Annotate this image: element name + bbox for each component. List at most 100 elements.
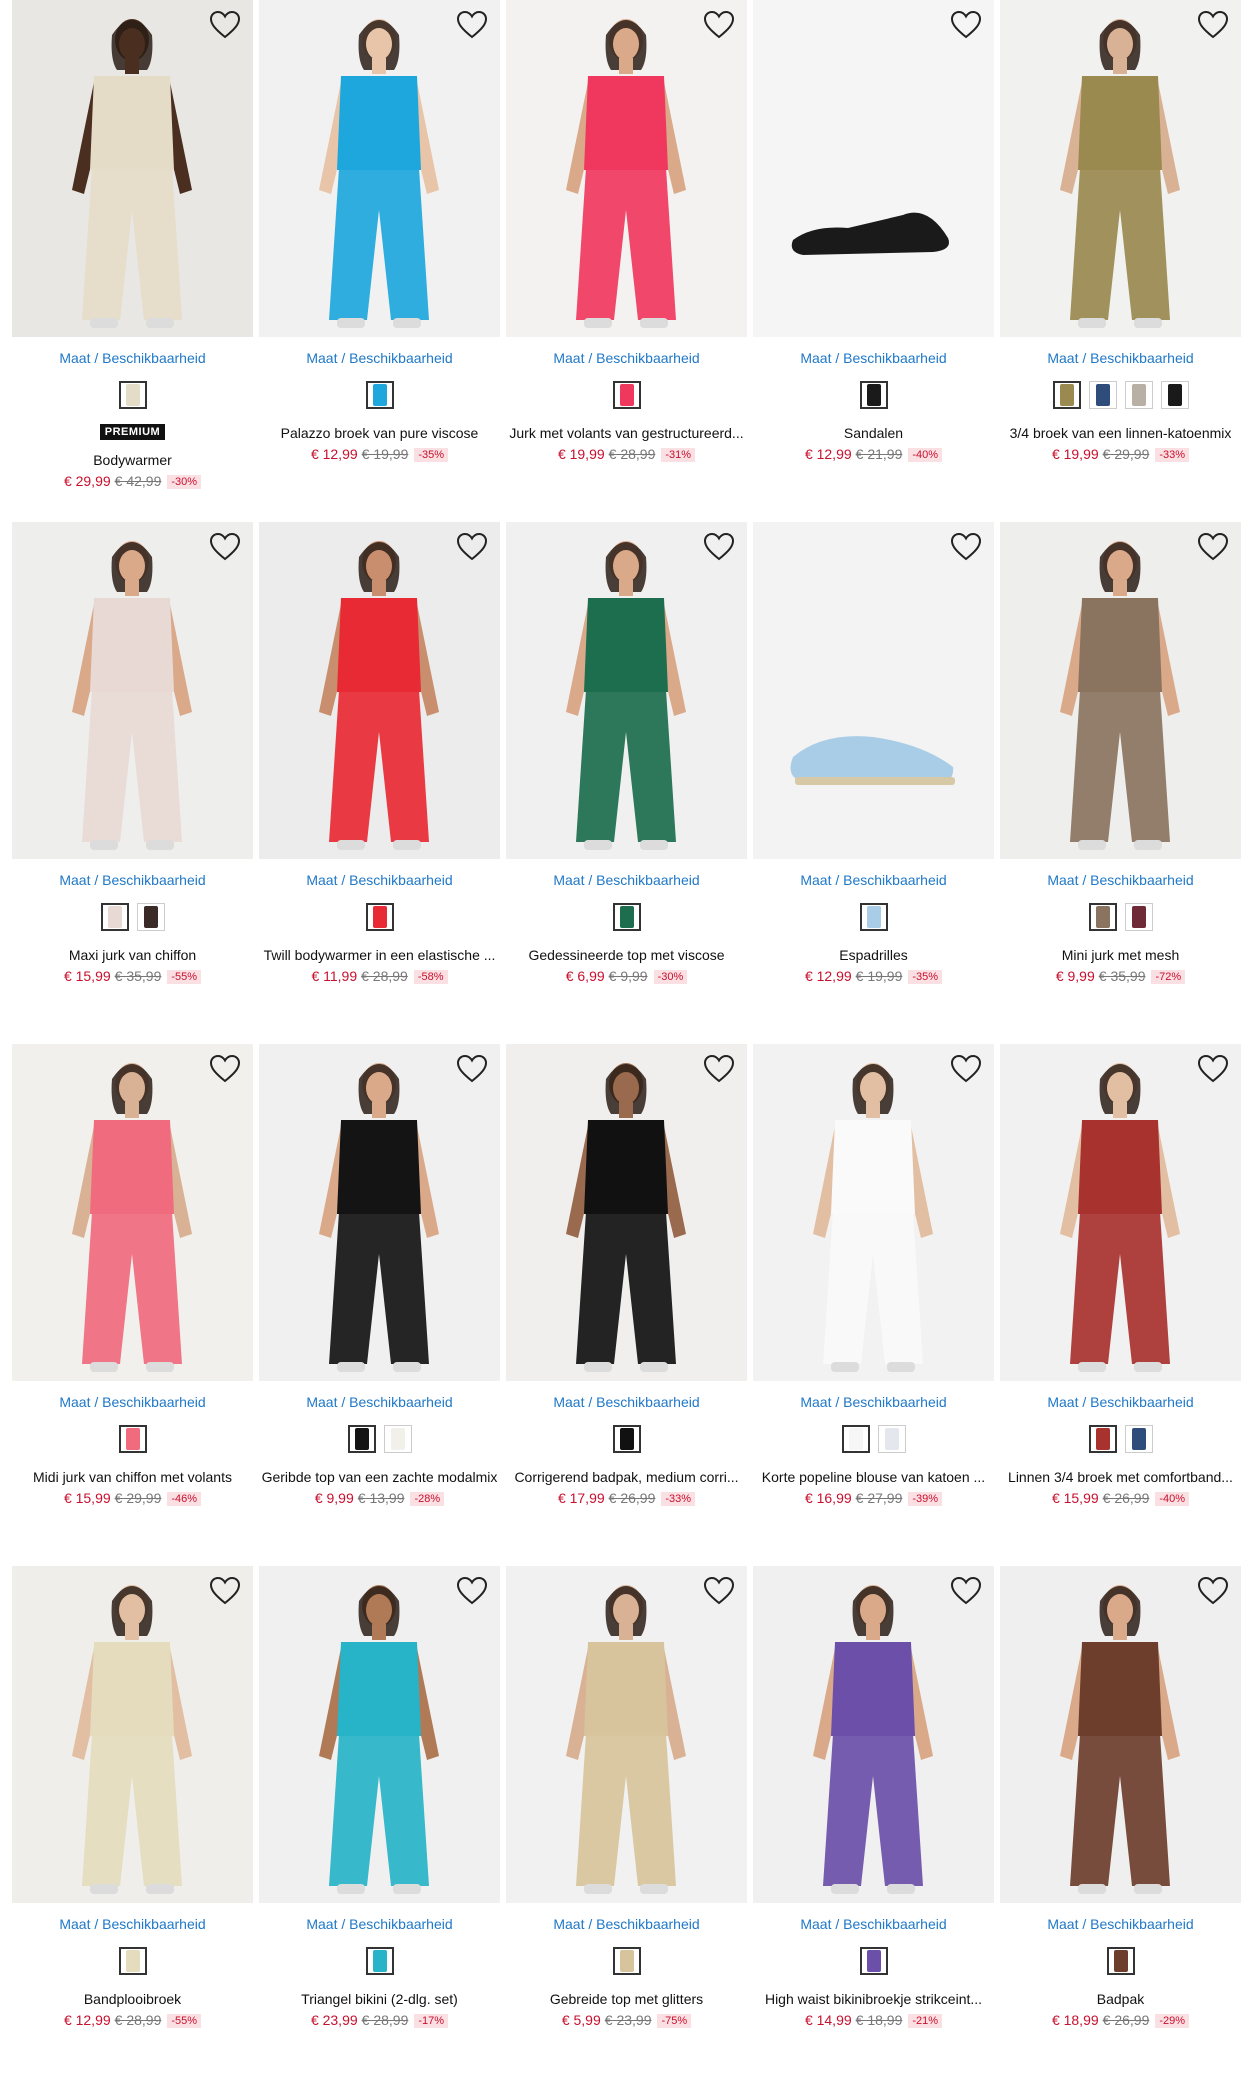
size-availability-link[interactable]: Maat / Beschikbaarheid xyxy=(1000,1916,1241,1932)
product-image[interactable] xyxy=(12,522,253,859)
color-swatch[interactable] xyxy=(347,1425,376,1453)
product-card[interactable]: Maat / Beschikbaarheid Badpak € 18,99 € 26,… xyxy=(1000,1566,1241,2066)
color-swatch[interactable] xyxy=(100,903,129,931)
size-availability-link[interactable]: Maat / Beschikbaarheid xyxy=(12,1394,253,1410)
product-card[interactable]: Maat / Beschikbaarheid Corrigerend badpak… xyxy=(506,1044,747,1544)
wishlist-heart-icon[interactable] xyxy=(1197,1576,1229,1606)
wishlist-heart-icon[interactable] xyxy=(456,1054,488,1084)
product-card[interactable]: Maat / Beschikbaarheid Palazzo broek van … xyxy=(259,0,500,500)
product-name[interactable]: Sandalen xyxy=(753,425,994,441)
product-image[interactable] xyxy=(506,0,747,337)
product-card[interactable]: Maat / Beschikbaarheid Mini jurk met mesh… xyxy=(1000,522,1241,1022)
product-image[interactable] xyxy=(259,1044,500,1381)
product-image[interactable] xyxy=(259,1566,500,1903)
size-availability-link[interactable]: Maat / Beschikbaarheid xyxy=(259,872,500,888)
wishlist-heart-icon[interactable] xyxy=(703,532,735,562)
product-card[interactable]: Maat / Beschikbaarheid Gedessineerde top … xyxy=(506,522,747,1022)
size-availability-link[interactable]: Maat / Beschikbaarheid xyxy=(506,872,747,888)
wishlist-heart-icon[interactable] xyxy=(703,1054,735,1084)
product-card[interactable]: Maat / Beschikbaarheid Bandplooibroek € 12… xyxy=(12,1566,253,2066)
color-swatch[interactable] xyxy=(118,1425,147,1453)
color-swatch[interactable] xyxy=(118,1947,147,1975)
size-availability-link[interactable]: Maat / Beschikbaarheid xyxy=(753,1394,994,1410)
wishlist-heart-icon[interactable] xyxy=(1197,1054,1229,1084)
product-image[interactable] xyxy=(753,0,994,337)
size-availability-link[interactable]: Maat / Beschikbaarheid xyxy=(753,872,994,888)
wishlist-heart-icon[interactable] xyxy=(456,1576,488,1606)
product-name[interactable]: Triangel bikini (2-dlg. set) xyxy=(259,1991,500,2007)
product-name[interactable]: Korte popeline blouse van katoen ... xyxy=(753,1469,994,1485)
size-availability-link[interactable]: Maat / Beschikbaarheid xyxy=(1000,1394,1241,1410)
color-swatch[interactable] xyxy=(365,903,394,931)
product-image[interactable] xyxy=(753,1044,994,1381)
wishlist-heart-icon[interactable] xyxy=(950,1054,982,1084)
color-swatch[interactable] xyxy=(1106,1947,1135,1975)
color-swatch[interactable] xyxy=(877,1425,906,1453)
product-name[interactable]: Linnen 3/4 broek met comfortband... xyxy=(1000,1469,1241,1485)
size-availability-link[interactable]: Maat / Beschikbaarheid xyxy=(259,350,500,366)
product-name[interactable]: Jurk met volants van gestructureerd... xyxy=(506,425,747,441)
product-card[interactable]: Maat / Beschikbaarheid Gebreide top met g… xyxy=(506,1566,747,2066)
size-availability-link[interactable]: Maat / Beschikbaarheid xyxy=(259,1394,500,1410)
product-name[interactable]: Corrigerend badpak, medium corri... xyxy=(506,1469,747,1485)
product-image[interactable] xyxy=(1000,0,1241,337)
color-swatch[interactable] xyxy=(859,903,888,931)
product-name[interactable]: Gebreide top met glitters xyxy=(506,1991,747,2007)
product-card[interactable]: Maat / Beschikbaarheid Espadrilles € 12,99… xyxy=(753,522,994,1022)
color-swatch[interactable] xyxy=(365,381,394,409)
product-card[interactable]: Maat / Beschikbaarheid Linnen 3/4 broek m… xyxy=(1000,1044,1241,1544)
size-availability-link[interactable]: Maat / Beschikbaarheid xyxy=(506,1394,747,1410)
product-name[interactable]: Twill bodywarmer in een elastische ... xyxy=(259,947,500,963)
product-image[interactable] xyxy=(259,522,500,859)
product-name[interactable]: Badpak xyxy=(1000,1991,1241,2007)
product-card[interactable]: Maat / Beschikbaarheid Korte popeline blo… xyxy=(753,1044,994,1544)
product-card[interactable]: Maat / Beschikbaarheid Jurk met volants v… xyxy=(506,0,747,500)
product-name[interactable]: Gedessineerde top met viscose xyxy=(506,947,747,963)
product-image[interactable] xyxy=(259,0,500,337)
product-image[interactable] xyxy=(1000,1044,1241,1381)
wishlist-heart-icon[interactable] xyxy=(209,1054,241,1084)
size-availability-link[interactable]: Maat / Beschikbaarheid xyxy=(506,350,747,366)
product-name[interactable]: Bandplooibroek xyxy=(12,1991,253,2007)
color-swatch[interactable] xyxy=(383,1425,412,1453)
product-card[interactable]: Maat / Beschikbaarheid Triangel bikini (2… xyxy=(259,1566,500,2066)
color-swatch[interactable] xyxy=(1052,381,1081,409)
size-availability-link[interactable]: Maat / Beschikbaarheid xyxy=(1000,872,1241,888)
product-image[interactable] xyxy=(1000,522,1241,859)
color-swatch[interactable] xyxy=(1088,903,1117,931)
product-card[interactable]: Maat / Beschikbaarheid Maxi jurk van chif… xyxy=(12,522,253,1022)
product-image[interactable] xyxy=(506,1044,747,1381)
product-name[interactable]: Palazzo broek van pure viscose xyxy=(259,425,500,441)
product-image[interactable] xyxy=(1000,1566,1241,1903)
product-name[interactable]: Midi jurk van chiffon met volants xyxy=(12,1469,253,1485)
size-availability-link[interactable]: Maat / Beschikbaarheid xyxy=(12,350,253,366)
color-swatch[interactable] xyxy=(612,903,641,931)
product-image[interactable] xyxy=(506,1566,747,1903)
color-swatch[interactable] xyxy=(136,903,165,931)
product-name[interactable]: Espadrilles xyxy=(753,947,994,963)
product-name[interactable]: Maxi jurk van chiffon xyxy=(12,947,253,963)
product-image[interactable] xyxy=(753,522,994,859)
color-swatch[interactable] xyxy=(1088,1425,1117,1453)
size-availability-link[interactable]: Maat / Beschikbaarheid xyxy=(12,872,253,888)
wishlist-heart-icon[interactable] xyxy=(1197,10,1229,40)
product-card[interactable]: Maat / Beschikbaarheid Geribde top van ee… xyxy=(259,1044,500,1544)
product-image[interactable] xyxy=(506,522,747,859)
color-swatch[interactable] xyxy=(365,1947,394,1975)
product-name[interactable]: High waist bikinibroekje strikceint... xyxy=(753,1991,994,2007)
wishlist-heart-icon[interactable] xyxy=(456,532,488,562)
color-swatch[interactable] xyxy=(1124,903,1153,931)
wishlist-heart-icon[interactable] xyxy=(950,10,982,40)
product-card[interactable]: Maat / Beschikbaarheid PREMIUM Bodywarmer €… xyxy=(12,0,253,500)
color-swatch[interactable] xyxy=(1124,1425,1153,1453)
color-swatch[interactable] xyxy=(1088,381,1117,409)
product-name[interactable]: Mini jurk met mesh xyxy=(1000,947,1241,963)
size-availability-link[interactable]: Maat / Beschikbaarheid xyxy=(12,1916,253,1932)
color-swatch[interactable] xyxy=(841,1425,870,1453)
size-availability-link[interactable]: Maat / Beschikbaarheid xyxy=(506,1916,747,1932)
product-name[interactable]: Geribde top van een zachte modalmix xyxy=(259,1469,500,1485)
product-card[interactable]: Maat / Beschikbaarheid Midi jurk van chif… xyxy=(12,1044,253,1544)
product-image[interactable] xyxy=(12,1566,253,1903)
color-swatch[interactable] xyxy=(859,381,888,409)
product-name[interactable]: Bodywarmer xyxy=(12,452,253,468)
